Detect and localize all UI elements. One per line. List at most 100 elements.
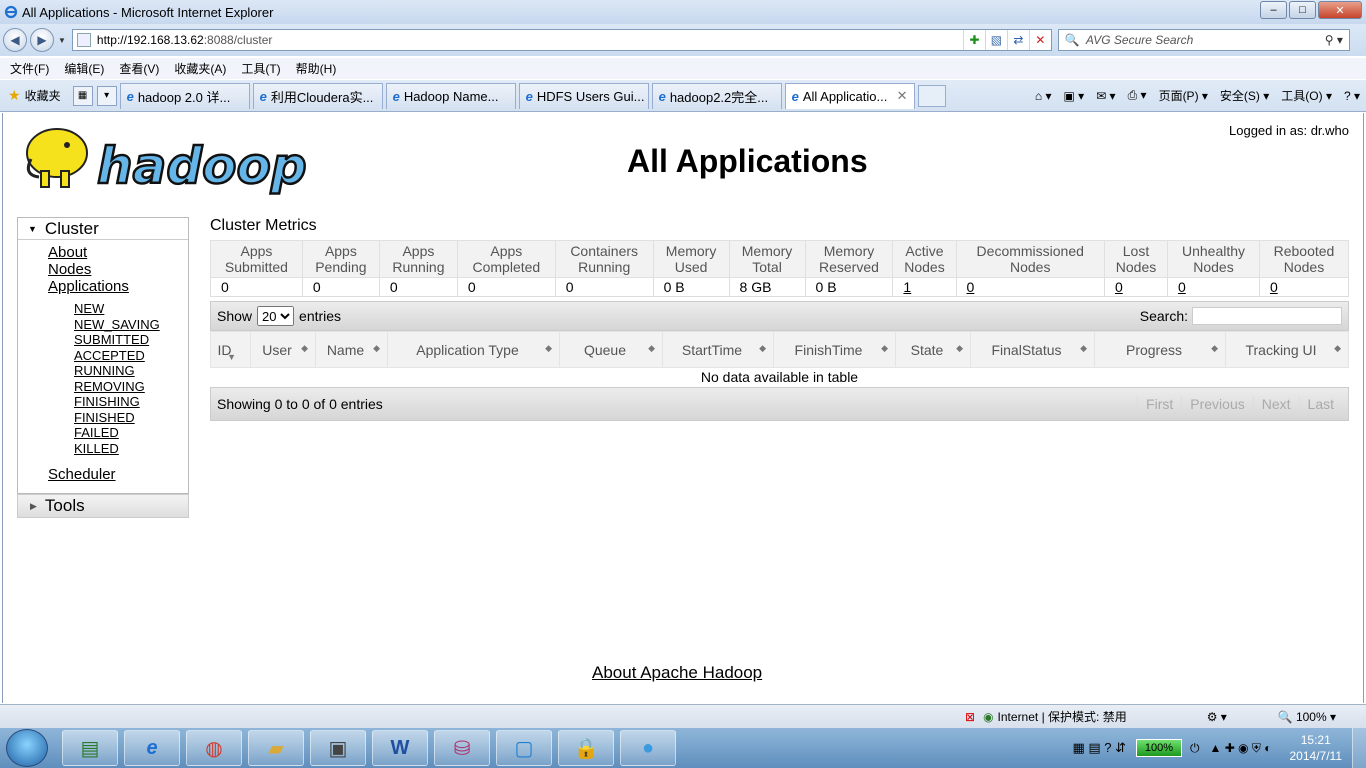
about-apache-hadoop-link[interactable]: About Apache Hadoop — [592, 663, 762, 683]
state-submitted-link[interactable]: SUBMITTED — [74, 332, 188, 348]
search-go-icon[interactable]: ⚲ ▾ — [1325, 33, 1343, 47]
state-finishing-link[interactable]: FINISHING — [74, 394, 188, 410]
ie-tab-icon: e — [525, 88, 533, 104]
stop-icon[interactable]: ✕ — [1028, 30, 1051, 50]
taskbar-app-word[interactable]: W — [372, 730, 428, 766]
tab-all-applications[interactable]: e All Applicatio... ✕ — [784, 82, 915, 109]
ie-tab-icon: e — [126, 88, 134, 104]
state-accepted-link[interactable]: ACCEPTED — [74, 348, 188, 364]
tab-hdfs-users[interactable]: e HDFS Users Gui... — [518, 82, 649, 109]
taskbar-app-database[interactable]: ⛁ — [434, 730, 490, 766]
menu-file[interactable]: 文件(F) — [10, 60, 49, 77]
zoom-control[interactable]: 🔍 100% ▾ — [1278, 710, 1366, 724]
last-page-button[interactable]: Last — [1298, 396, 1342, 412]
menu-help[interactable]: 帮助(H) — [296, 60, 337, 77]
taskbar-app-terminal[interactable]: ▣ — [310, 730, 366, 766]
page-menu[interactable]: 页面(P) ▾ — [1159, 87, 1208, 104]
safety-menu[interactable]: 安全(S) ▾ — [1220, 87, 1269, 104]
column-progress[interactable]: Progress ◆ — [1094, 331, 1226, 368]
tools-section-header[interactable]: ▶ Tools — [17, 494, 189, 518]
favorites-button[interactable]: ★ 收藏夹 — [0, 87, 69, 104]
power-icon[interactable]: ⏻ — [1190, 741, 1200, 756]
taskbar-app-ie[interactable]: e — [124, 730, 180, 766]
nav-scheduler-link[interactable]: Scheduler — [48, 466, 188, 483]
previous-page-button[interactable]: Previous — [1181, 396, 1252, 412]
cluster-section-header[interactable]: ▼ Cluster — [18, 218, 188, 240]
refresh-icon[interactable]: ⇄ — [1006, 30, 1029, 50]
tab-hadoop-2[interactable]: e hadoop 2.0 详... — [119, 82, 250, 109]
column-tracking-ui[interactable]: Tracking UI ◆ — [1225, 331, 1349, 368]
column-queue[interactable]: Queue ◆ — [559, 331, 663, 368]
active-nodes-link[interactable]: 1 — [903, 279, 911, 295]
clock-date: 2014/7/11 — [1289, 749, 1343, 763]
nav-applications-link[interactable]: Applications — [48, 278, 188, 295]
tab-list-icon[interactable]: ▾ — [96, 85, 117, 106]
menu-edit[interactable]: 编辑(E) — [64, 60, 104, 77]
addon-icon[interactable]: ✚ — [962, 30, 985, 50]
menu-view[interactable]: 查看(V) — [119, 60, 159, 77]
first-page-button[interactable]: First — [1137, 396, 1181, 412]
feeds-icon[interactable]: ▣ ▾ — [1063, 89, 1084, 103]
column-starttime[interactable]: StartTime ◆ — [662, 331, 774, 368]
maximize-button[interactable]: □ — [1289, 1, 1316, 19]
column-application-type[interactable]: Application Type ◆ — [387, 331, 560, 368]
close-tab-icon[interactable]: ✕ — [897, 88, 908, 104]
history-dropdown-icon[interactable]: ▼ — [58, 36, 66, 45]
chart-app-icon: ▤ — [80, 737, 100, 760]
state-new-saving-link[interactable]: NEW_SAVING — [74, 317, 188, 333]
tray-overflow-icons[interactable]: ▲ ✚ ◉ ⛨ ◐ — [1210, 741, 1272, 756]
nav-about-link[interactable]: About — [48, 244, 188, 261]
column-user[interactable]: User ◆ — [250, 331, 316, 368]
tools-menu[interactable]: 工具(O) ▾ — [1281, 87, 1332, 104]
search-input[interactable]: 🔍 AVG Secure Search ⚲ ▾ — [1057, 29, 1350, 51]
page-size-select[interactable]: 20 — [257, 306, 295, 326]
tab-cloudera[interactable]: e 利用Cloudera实... — [252, 82, 383, 109]
rebooted-nodes-link[interactable]: 0 — [1270, 279, 1278, 295]
column-state[interactable]: State ◆ — [895, 331, 971, 368]
tab-hadoop-name[interactable]: e Hadoop Name... — [385, 82, 516, 109]
taskbar-app-remote[interactable]: 🔒 — [558, 730, 614, 766]
taskbar-app-chat[interactable]: ● — [620, 730, 676, 766]
state-running-link[interactable]: RUNNING — [74, 363, 188, 379]
state-killed-link[interactable]: KILLED — [74, 441, 188, 457]
column-finishtime[interactable]: FinishTime ◆ — [773, 331, 896, 368]
new-tab-button[interactable] — [917, 84, 946, 107]
print-icon[interactable]: ⎙ ▾ — [1128, 88, 1147, 103]
taskbar-app-chrome[interactable]: ◍ — [186, 730, 242, 766]
state-failed-link[interactable]: FAILED — [74, 425, 188, 441]
close-window-button[interactable]: ✕ — [1318, 1, 1362, 19]
forward-button[interactable]: ▶ — [30, 28, 54, 52]
show-desktop-button[interactable] — [1352, 728, 1366, 768]
minimize-button[interactable]: – — [1260, 1, 1287, 19]
clock[interactable]: 15:21 2014/7/11 — [1280, 732, 1353, 764]
menu-favorites[interactable]: 收藏夹(A) — [174, 60, 226, 77]
tab-hadoop-2-2[interactable]: e hadoop2.2完全... — [651, 82, 782, 109]
back-button[interactable]: ◀ — [3, 28, 27, 52]
taskbar-app-vm[interactable]: ▢ — [496, 730, 552, 766]
column-name[interactable]: Name ◆ — [315, 331, 388, 368]
quick-tabs-icon[interactable]: ▦ — [72, 85, 93, 106]
column-finalstatus[interactable]: FinalStatus ◆ — [970, 331, 1095, 368]
lost-nodes-link[interactable]: 0 — [1115, 279, 1123, 295]
taskbar-app-notepad[interactable]: ▤ — [62, 730, 118, 766]
next-page-button[interactable]: Next — [1252, 396, 1299, 412]
compatibility-view-icon[interactable]: ▧ — [984, 30, 1007, 50]
menu-tools[interactable]: 工具(T) — [241, 60, 280, 77]
state-finished-link[interactable]: FINISHED — [74, 410, 188, 426]
home-icon[interactable]: ⌂ ▾ — [1035, 89, 1052, 103]
battery-indicator[interactable]: 100% — [1136, 739, 1182, 757]
state-removing-link[interactable]: REMOVING — [74, 379, 188, 395]
mail-icon[interactable]: ✉ ▾ — [1096, 89, 1115, 103]
state-new-link[interactable]: NEW — [74, 301, 188, 317]
protected-mode-icon[interactable]: ⚙ ▾ — [1207, 710, 1227, 724]
nav-nodes-link[interactable]: Nodes — [48, 261, 188, 278]
column-id[interactable]: ID ▼ — [210, 331, 251, 368]
decommissioned-nodes-link[interactable]: 0 — [967, 279, 975, 295]
unhealthy-nodes-link[interactable]: 0 — [1178, 279, 1186, 295]
start-button[interactable] — [6, 729, 48, 767]
help-menu[interactable]: ? ▾ — [1344, 89, 1360, 103]
table-search-input[interactable] — [1192, 307, 1342, 325]
address-input[interactable]: http://192.168.13.62:8088/cluster ✚ ▧ ⇄ … — [71, 29, 1052, 51]
taskbar-app-explorer[interactable]: ▰ — [248, 730, 304, 766]
tray-icons[interactable]: ▦ ▤ ? ⇵ — [1072, 740, 1126, 756]
